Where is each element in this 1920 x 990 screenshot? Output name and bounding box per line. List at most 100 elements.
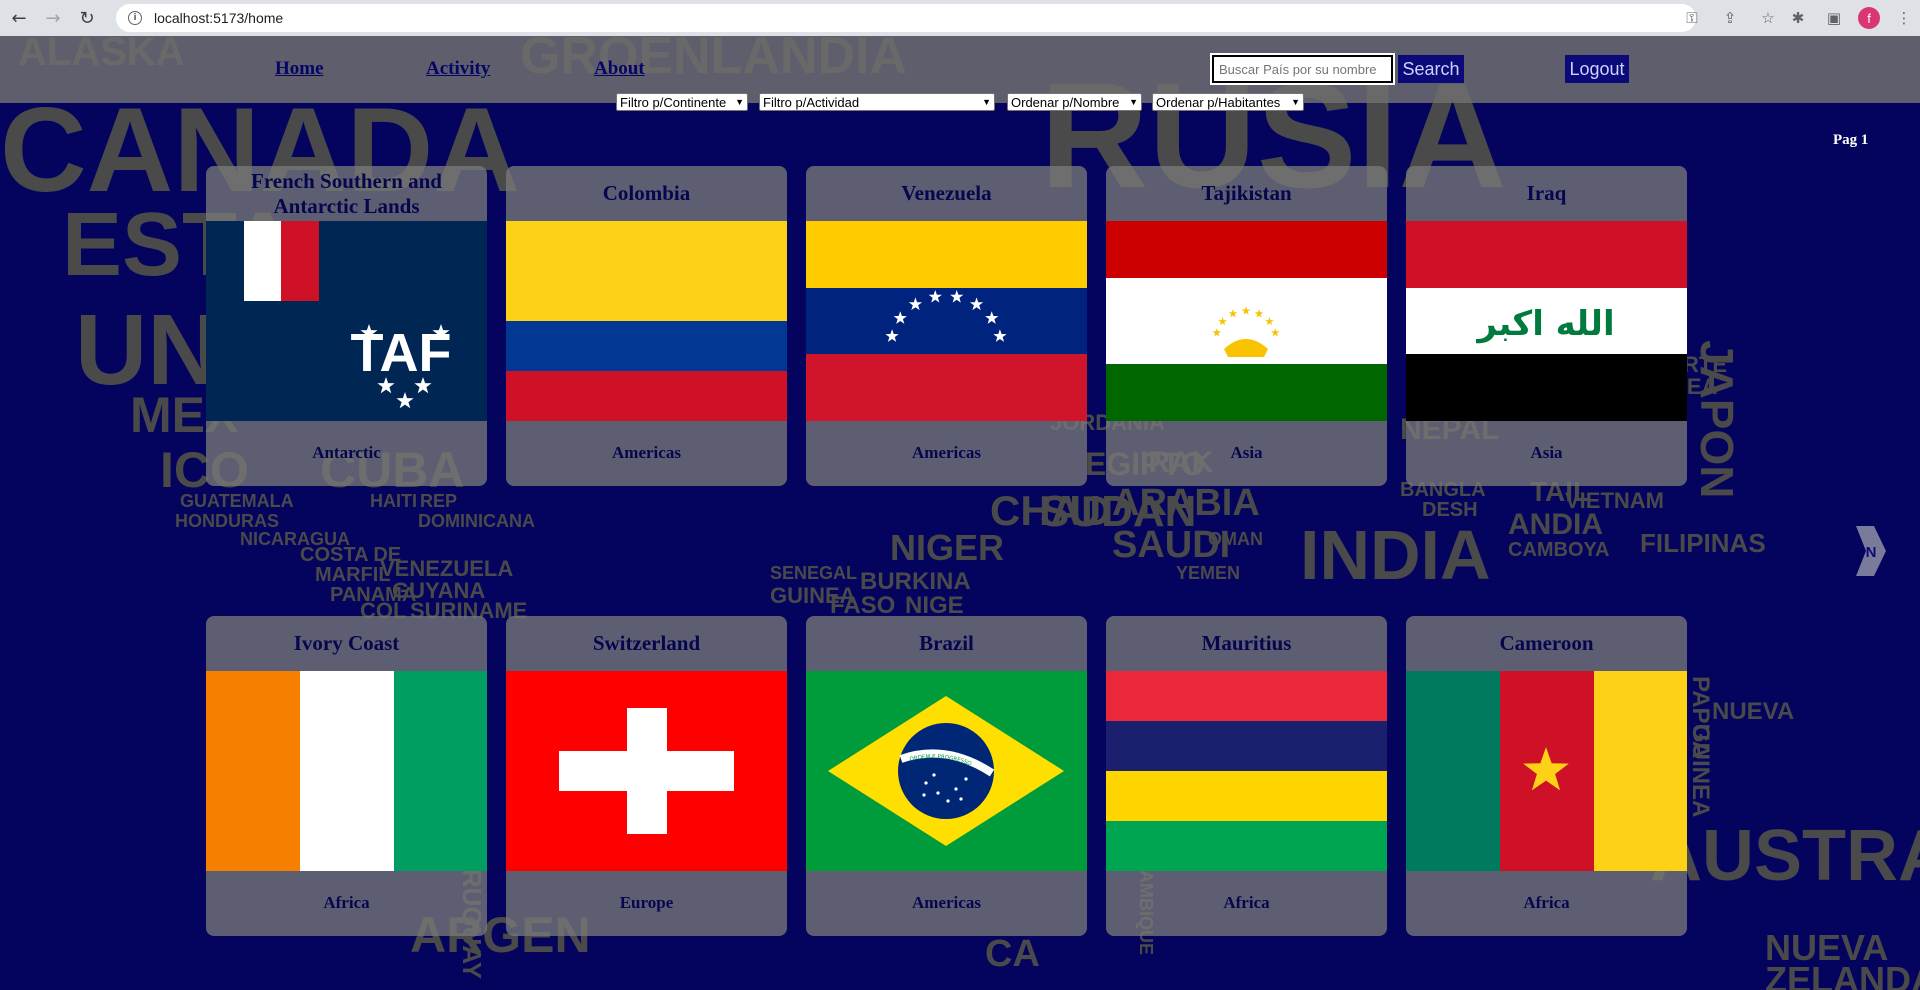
background-word: DESH [1422,499,1478,521]
background-word: ZELANDA [1765,959,1920,990]
flag-image [1106,221,1387,421]
country-card[interactable]: Cameroon Africa [1406,616,1687,936]
flag-image: TAF [206,221,487,421]
country-continent: Africa [1223,893,1270,912]
background-word: ARABIA [1112,482,1260,524]
star-icon[interactable]: ☆ [1756,4,1780,32]
site-info-icon[interactable]: i [128,11,142,25]
country-card[interactable]: Tajikistan Asia [1106,166,1387,486]
population-sort-value: Ordenar p/Habitantes [1156,94,1281,110]
country-flag: TAF [206,221,487,421]
background-word: NUEVA [1712,698,1795,725]
country-continent: Americas [612,443,681,462]
background-word: NIGE [905,592,964,619]
menu-icon[interactable]: ⋮ [1892,4,1916,32]
back-icon[interactable]: ← [4,3,34,33]
flag-image: الله اكبر [1406,221,1687,421]
browser-toolbar: ← → ↻ i localhost:5173/home ⚿ ⇪ ☆ ✱ ▣ f … [0,0,1920,36]
background-word: GUINEA [1687,724,1714,818]
flag-iraq-text: الله اكبر [1475,304,1614,344]
search-input[interactable] [1210,53,1395,85]
country-card[interactable]: Brazil ORDEM E PROGRESSO Americas [806,616,1087,936]
flag-image [806,221,1087,421]
country-card[interactable]: Iraq الله اكبر Asia [1406,166,1687,486]
background-word: ANDIA [1508,508,1603,541]
url-text: localhost:5173/home [154,10,284,26]
chevron-down-icon: ▼ [1129,97,1138,107]
country-name: Mauritius [1201,631,1292,656]
next-arrow-icon: N [1856,526,1886,576]
chevron-down-icon: ▼ [1291,97,1300,107]
activity-filter-select[interactable]: Filtro p/Actividad ▼ [759,93,995,111]
country-continent: Africa [323,893,370,912]
flag-image [1406,671,1687,871]
flag-image [506,221,787,421]
activity-filter-value: Filtro p/Actividad [763,94,860,110]
country-name: Venezuela [901,181,992,206]
logout-button[interactable]: Logout [1565,55,1629,83]
country-name: Brazil [919,631,974,656]
country-card[interactable]: Switzerland Europe [506,616,787,936]
key-icon[interactable]: ⚿ [1680,4,1704,32]
address-bar[interactable]: i localhost:5173/home [116,4,1696,32]
country-card[interactable]: Mauritius Africa [1106,616,1387,936]
country-flag: ORDEM E PROGRESSO [806,671,1087,871]
country-continent: Africa [1523,893,1570,912]
country-continent: Europe [619,893,674,912]
flag-image [206,671,487,871]
country-continent: Antarctic [312,443,381,462]
background-word: SENEGAL [770,563,858,583]
country-card[interactable]: Venezuela Americas [806,166,1087,486]
population-sort-select[interactable]: Ordenar p/Habitantes ▼ [1152,93,1304,111]
flag-image [1106,671,1387,871]
flag-image [506,671,787,871]
country-card[interactable]: Ivory Coast Africa [206,616,487,936]
reload-icon[interactable]: ↻ [72,3,102,33]
country-card[interactable]: Colombia Americas [506,166,787,486]
share-icon[interactable]: ⇪ [1718,4,1742,32]
background-word: CA [985,933,1040,975]
flag-image: ORDEM E PROGRESSO [806,671,1087,871]
chevron-down-icon: ▼ [982,97,991,107]
nav-activity-link[interactable]: Activity [426,58,490,80]
background-word: BURKINA [860,568,971,595]
country-flag [506,671,787,871]
background-word: REP [420,491,458,511]
avatar[interactable]: f [1858,7,1880,29]
name-sort-select[interactable]: Ordenar p/Nombre ▼ [1007,93,1142,111]
country-name: Colombia [602,181,691,206]
country-flag [806,221,1087,421]
country-flag [1406,671,1687,871]
background-word: NIGER [890,527,1005,568]
country-continent: Asia [1530,443,1563,462]
country-card[interactable]: French Southern and Antarctic Lands TAF An… [206,166,487,486]
forward-icon[interactable]: → [38,3,68,33]
background-word: YEMEN [1176,563,1241,583]
country-flag: الله اكبر [1406,221,1687,421]
continent-filter-value: Filtro p/Continente [620,94,727,110]
nav-about-link[interactable]: About [594,58,645,80]
country-flag [206,671,487,871]
side-panel-icon[interactable]: ▣ [1822,4,1846,32]
chevron-down-icon: ▼ [735,97,744,107]
country-name: Switzerland [592,631,701,656]
search-button[interactable]: Search [1398,55,1464,83]
continent-filter-select[interactable]: Filtro p/Continente ▼ [616,93,748,111]
country-flag [506,221,787,421]
background-word: HAITI [370,491,417,511]
background-word: CAMBOYA [1508,539,1610,561]
country-continent: Americas [912,893,981,912]
extensions-icon[interactable]: ✱ [1786,4,1810,32]
background-word: INDIA [1300,516,1491,594]
next-page-button[interactable]: N [1856,526,1886,576]
country-name: Iraq [1526,181,1567,206]
background-word: DOMINICANA [418,511,535,531]
country-flag [1106,671,1387,871]
next-page-label: N [1866,544,1877,561]
country-flag [1106,221,1387,421]
nav-home-link[interactable]: Home [275,58,324,80]
country-name: Tajikistan [1201,181,1292,206]
background-word: OMAN [1208,529,1263,549]
background-word: AUSTRALIA [1650,816,1920,896]
country-continent: Americas [912,443,981,462]
